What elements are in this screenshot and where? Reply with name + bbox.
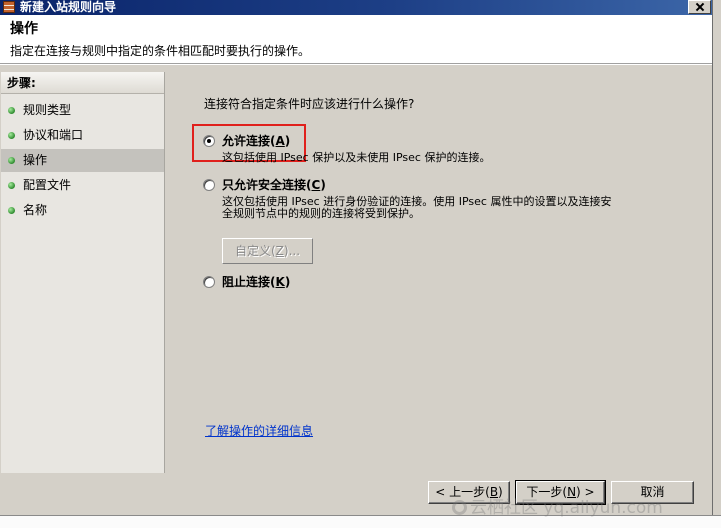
option-text: ) xyxy=(284,275,291,289)
allow-connection-radio[interactable] xyxy=(203,135,215,147)
wizard-header: 操作 指定在连接与规则中指定的条件相匹配时要执行的操作。 xyxy=(0,15,712,63)
firewall-icon xyxy=(3,1,15,13)
learn-more-link[interactable]: 了解操作的详细信息 xyxy=(205,424,313,438)
step-bullet-icon xyxy=(8,182,15,189)
option-text: 只允许安全连接( xyxy=(222,178,312,192)
step-bullet-icon xyxy=(8,207,15,214)
allow-connection-description: 这包括使用 IPsec 保护以及未使用 IPsec 保护的连接。 xyxy=(222,151,491,164)
title-bar: 新建入站规则向导 xyxy=(0,0,712,15)
window-title: 新建入站规则向导 xyxy=(20,0,117,14)
step-bullet-icon xyxy=(8,107,15,114)
button-accelerator: Z xyxy=(275,244,284,258)
step-bullet-icon xyxy=(8,157,15,164)
step-item-protocol-ports[interactable]: 协议和端口 xyxy=(1,124,164,147)
option-text: 阻止连接( xyxy=(222,275,276,289)
step-bullet-icon xyxy=(8,132,15,139)
option-text: 允许连接( xyxy=(222,134,276,148)
step-label: 协议和端口 xyxy=(23,128,84,142)
window-frame xyxy=(712,0,721,515)
block-connection-radio[interactable] xyxy=(203,276,215,288)
step-label: 名称 xyxy=(23,203,48,217)
step-label: 配置文件 xyxy=(23,178,72,192)
step-item-action[interactable]: 操作 xyxy=(1,149,164,172)
step-item-rule-type[interactable]: 规则类型 xyxy=(1,99,164,122)
page-subtitle: 指定在连接与规则中指定的条件相匹配时要执行的操作。 xyxy=(10,44,311,58)
watermark: 云栖社区 yq.aliyun.com xyxy=(470,498,663,518)
allow-secure-connection-radio[interactable] xyxy=(203,179,215,191)
close-button[interactable] xyxy=(688,0,711,14)
button-text: )... xyxy=(283,244,301,258)
action-panel: 连接符合指定条件时应该进行什么操作? 允许连接(A) 这包括使用 IPsec 保… xyxy=(165,65,712,475)
option-accelerator: K xyxy=(275,275,285,289)
option-accelerator: C xyxy=(311,178,321,192)
allow-secure-connection-label[interactable]: 只允许安全连接(C) xyxy=(222,178,326,192)
allow-secure-connection-description-line: 全规则节点中的规则的连接将受到保护。 xyxy=(222,207,420,220)
steps-pane: 步骤: 规则类型 协议和端口 操作 配置文件 名称 xyxy=(1,72,165,473)
option-text: ) xyxy=(284,134,291,148)
step-item-name[interactable]: 名称 xyxy=(1,199,164,222)
step-label: 规则类型 xyxy=(23,103,72,117)
action-question: 连接符合指定条件时应该进行什么操作? xyxy=(204,97,415,111)
customize-button[interactable]: 自定义(Z)... xyxy=(222,238,313,264)
watermark-logo-icon xyxy=(452,500,467,515)
steps-heading: 步骤: xyxy=(7,76,36,90)
block-connection-label[interactable]: 阻止连接(K) xyxy=(222,275,290,289)
page-title: 操作 xyxy=(10,21,38,37)
step-item-profile[interactable]: 配置文件 xyxy=(1,174,164,197)
allow-connection-label[interactable]: 允许连接(A) xyxy=(222,134,290,148)
steps-header: 步骤: xyxy=(1,72,164,94)
wizard-body: 步骤: 规则类型 协议和端口 操作 配置文件 名称 连接符合指定条件时应该进行什… xyxy=(0,65,712,515)
option-text: ) xyxy=(320,178,326,192)
button-text: 自定义( xyxy=(234,244,276,258)
step-label: 操作 xyxy=(23,153,48,167)
option-accelerator: A xyxy=(275,134,285,148)
close-icon xyxy=(695,2,705,12)
